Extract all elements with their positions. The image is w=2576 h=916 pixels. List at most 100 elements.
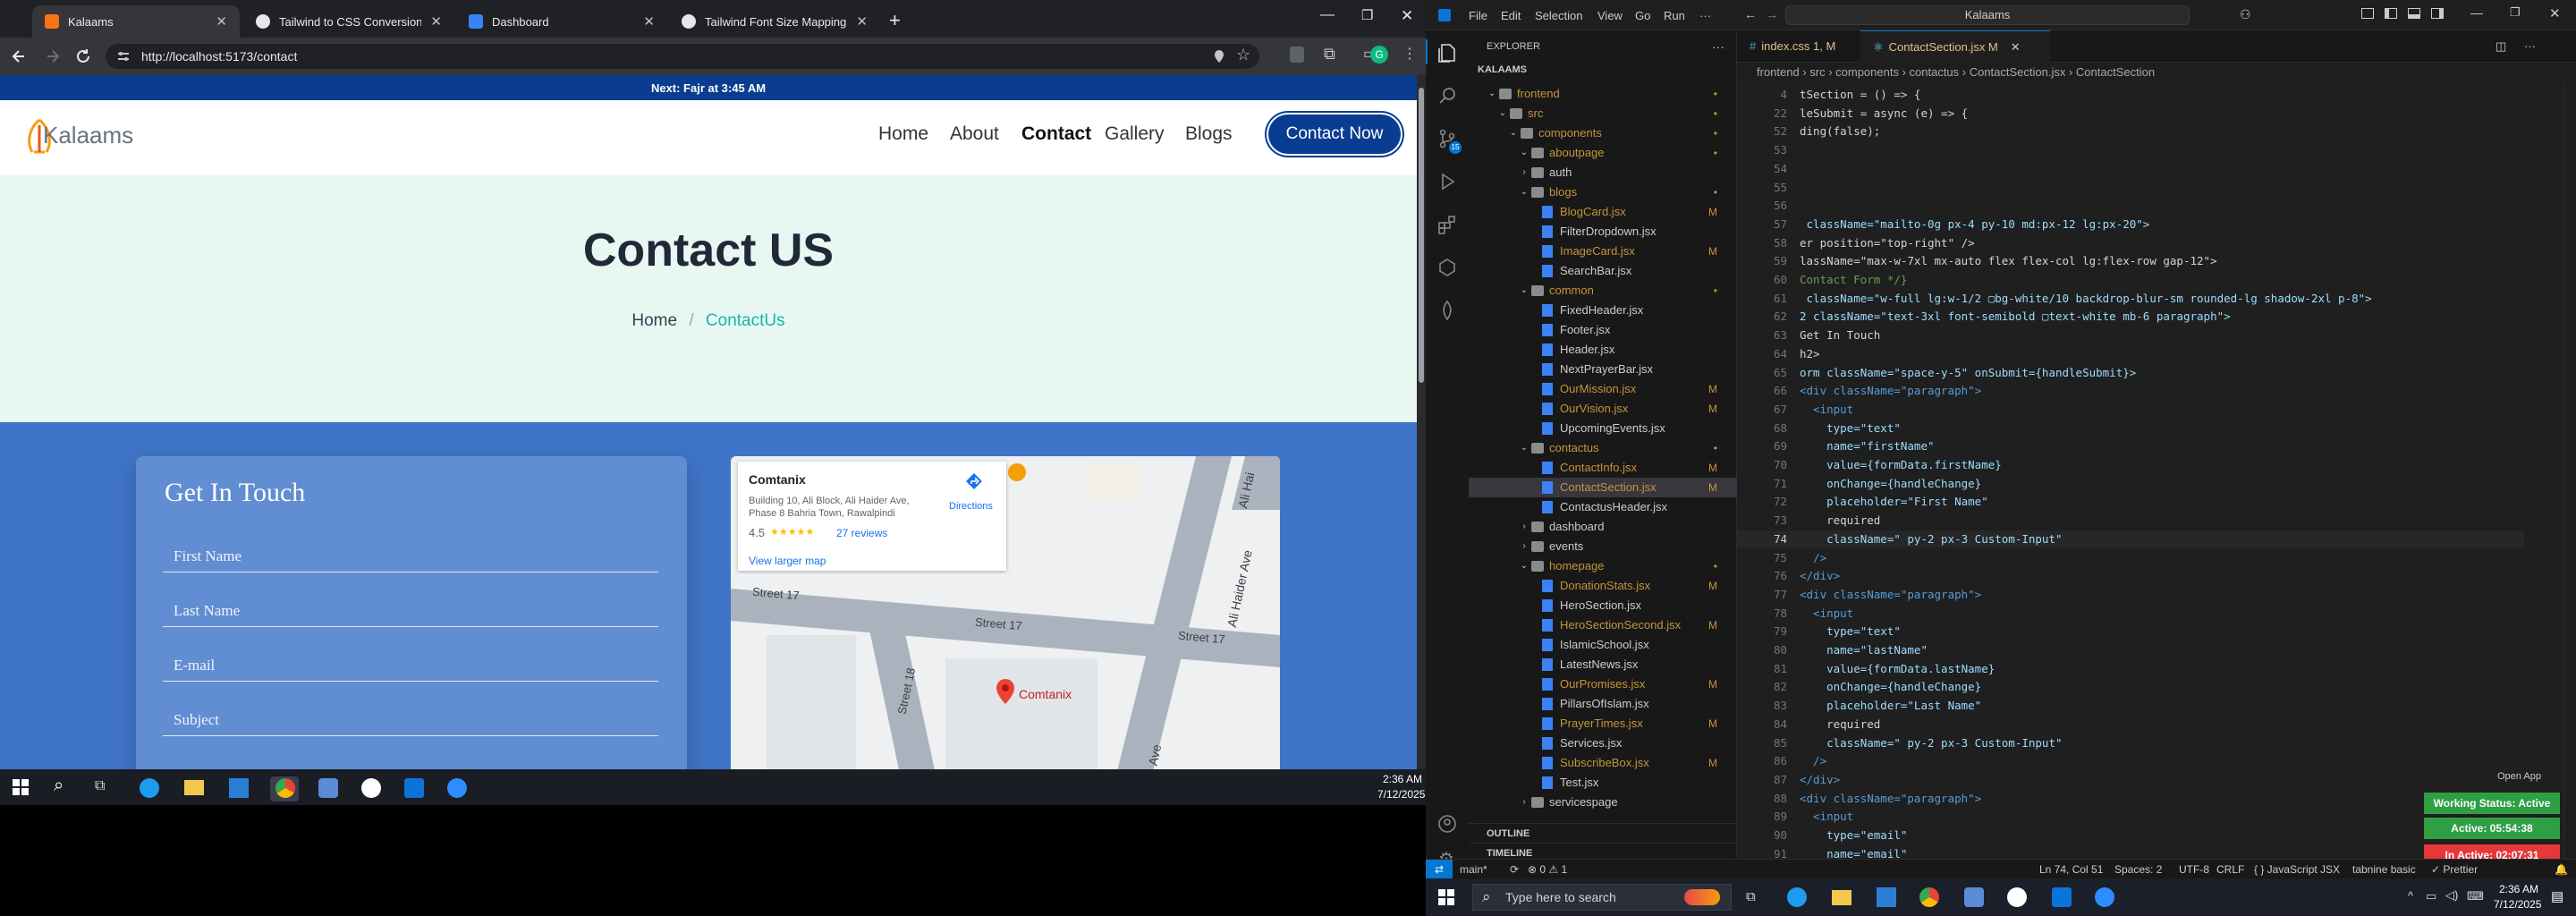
tree-file[interactable]: Header.jsx (1469, 340, 1737, 360)
tree-file[interactable]: Footer.jsx (1469, 320, 1737, 340)
code-line[interactable]: 84 required (1737, 716, 2524, 733)
network-icon[interactable]: ▭ (2426, 889, 2436, 903)
explorer-more-icon[interactable]: ··· (1712, 39, 1724, 54)
subject-input[interactable]: Subject (163, 700, 658, 736)
tree-file[interactable]: ContactusHeader.jsx (1469, 497, 1737, 517)
close-tab-icon[interactable]: ✕ (216, 13, 227, 30)
code-line[interactable]: 87 </div> (1737, 771, 2524, 788)
last-name-input[interactable]: Last Name (163, 591, 658, 627)
remote-explorer-icon[interactable] (1437, 258, 1457, 277)
task-view-icon[interactable]: ⧉ (95, 778, 105, 794)
vscode-icon[interactable] (404, 778, 424, 798)
copilot-icon[interactable]: ⚇ (2240, 7, 2251, 22)
nav-blogs[interactable]: Blogs (1185, 123, 1233, 145)
extensions-icon[interactable] (1437, 215, 1457, 234)
code-line[interactable]: 55 (1737, 179, 2524, 196)
close-window-button[interactable]: ✕ (1401, 7, 1413, 25)
location-icon[interactable] (1213, 49, 1225, 64)
code-line[interactable]: 82 onChange={handleChange} (1737, 678, 2524, 695)
github-icon[interactable] (361, 778, 381, 798)
vscode-alt-icon[interactable] (1964, 887, 1984, 907)
view-larger-map-link[interactable]: View larger map (749, 555, 826, 567)
close-tab-icon[interactable]: ✕ (2011, 40, 2021, 54)
code-line[interactable]: 90 type="email" (1737, 827, 2524, 844)
code-line[interactable]: 62 2 className="text-3xl font-semibold ▢t… (1737, 308, 2524, 325)
tree-file[interactable]: ImageCard.jsx M (1469, 242, 1737, 261)
code-line[interactable]: 89 <input (1737, 808, 2524, 825)
code-line[interactable]: 64 h2> (1737, 345, 2524, 362)
close-tab-icon[interactable]: ✕ (856, 13, 868, 30)
browser-tab-font-size[interactable]: Tailwind Font Size Mapping ✕ (669, 5, 880, 38)
chevron-down-icon[interactable]: ⌄ (1519, 182, 1530, 202)
google-map[interactable]: Street 17 Street 17 Street 17 Street 18 … (731, 456, 1280, 769)
new-tab-button[interactable]: + (889, 9, 901, 32)
reviews-link[interactable]: 27 reviews (836, 527, 887, 539)
editor-scrollbar[interactable] (2563, 82, 2576, 859)
chevron-down-icon[interactable]: ⌄ (1519, 281, 1530, 301)
file-explorer-icon[interactable] (1832, 890, 1852, 905)
code-line[interactable]: 63 Get In Touch (1737, 327, 2524, 344)
menu-go[interactable]: Go (1635, 9, 1650, 22)
vscode-icon[interactable] (2052, 887, 2072, 907)
tree-folder[interactable]: › dashboard (1469, 517, 1737, 537)
code-line[interactable]: 77 <div className="paragraph"> (1737, 586, 2524, 603)
search-icon[interactable]: ⌕ (54, 776, 64, 796)
windows-start-icon[interactable] (1438, 889, 1454, 905)
volume-icon[interactable]: ◁) (2445, 888, 2458, 903)
code-line[interactable]: 81 value={formData.lastName} (1737, 660, 2524, 677)
maximize-button[interactable]: ❐ (2510, 5, 2521, 20)
tree-folder[interactable]: ⌄ components • (1469, 123, 1737, 143)
remote-indicator-icon[interactable]: ⇄ (1426, 860, 1453, 879)
tree-file[interactable]: UpcomingEvents.jsx (1469, 419, 1737, 438)
code-line[interactable]: 54 (1737, 160, 2524, 177)
code-line[interactable]: 79 type="text" (1737, 623, 2524, 640)
minimize-button[interactable]: — (1320, 7, 1335, 23)
problems-count[interactable]: ⊗ 0 ⚠ 1 (1528, 863, 1567, 876)
chevron-down-icon[interactable]: ⌄ (1497, 104, 1508, 123)
browser-tab-dashboard[interactable]: Dashboard ✕ (456, 5, 667, 38)
github-icon[interactable] (2007, 887, 2027, 907)
code-line[interactable]: 66 <div className="paragraph"> (1737, 382, 2524, 399)
code-line[interactable]: 69 name="firstName" (1737, 437, 2524, 454)
encoding[interactable]: UTF-8 (2179, 863, 2209, 876)
tree-file[interactable]: Services.jsx (1469, 734, 1737, 753)
directions-icon[interactable] (965, 472, 983, 490)
code-line[interactable]: 60 Contact Form */} (1737, 271, 2524, 288)
nav-forward-icon[interactable]: → (1766, 7, 1778, 21)
extensions-puzzle-icon[interactable]: ⧉ (1324, 45, 1335, 64)
nav-contact[interactable]: Contact (1021, 123, 1091, 145)
menu-selection[interactable]: Selection (1535, 9, 1582, 22)
tree-folder[interactable]: ⌄ aboutpage • (1469, 143, 1737, 163)
code-line[interactable]: 80 name="lastName" (1737, 641, 2524, 658)
code-editor[interactable]: 4 tSection = () => {22 leSubmit = async (e… (1737, 82, 2576, 916)
keyboard-icon[interactable]: ⌨ (2467, 889, 2484, 903)
tree-file[interactable]: SearchBar.jsx (1469, 261, 1737, 281)
code-line[interactable]: 85 className=" py-2 px-3 Custom-Input" (1737, 734, 2524, 751)
tree-folder[interactable]: › servicespage (1469, 793, 1737, 812)
toggle-secondary-icon[interactable] (2431, 8, 2444, 19)
chrome-icon[interactable] (275, 778, 295, 798)
line-ending[interactable]: CRLF (2216, 863, 2244, 876)
edge-icon[interactable] (1787, 887, 1807, 907)
code-line[interactable]: 61 className="w-full lg:w-1/2 ▢bg-white/… (1737, 290, 2524, 307)
sync-icon[interactable]: ⟳ (1510, 863, 1519, 876)
tree-folder[interactable]: › auth (1469, 163, 1737, 182)
restaurant-poi-icon[interactable] (1008, 463, 1026, 481)
tree-file[interactable]: ContactInfo.jsx M (1469, 458, 1737, 478)
back-icon[interactable] (11, 48, 27, 64)
code-line[interactable]: 52 ding(false); (1737, 123, 2524, 140)
command-center[interactable]: Kalaams (1785, 5, 2190, 25)
taskbar-search-input[interactable]: ⌕ Type here to search (1472, 884, 1732, 911)
maximize-button[interactable]: ❐ (1361, 7, 1373, 23)
notifications-bell-icon[interactable]: 🔔 (2555, 863, 2568, 876)
project-root[interactable]: KALAAMS (1478, 64, 1527, 75)
windows-start-icon[interactable] (13, 779, 29, 795)
map-pin-icon[interactable] (996, 678, 1015, 705)
page-scrollbar[interactable] (1417, 75, 1426, 769)
tree-file[interactable]: PillarsOfIslam.jsx (1469, 694, 1737, 714)
indentation[interactable]: Spaces: 2 (2114, 863, 2162, 876)
tree-file[interactable]: IslamicSchool.jsx (1469, 635, 1737, 655)
chevron-right-icon[interactable]: › (1519, 517, 1530, 537)
notification-center-icon[interactable]: ▤ (2551, 888, 2563, 904)
crumb-home[interactable]: Home (631, 311, 677, 330)
